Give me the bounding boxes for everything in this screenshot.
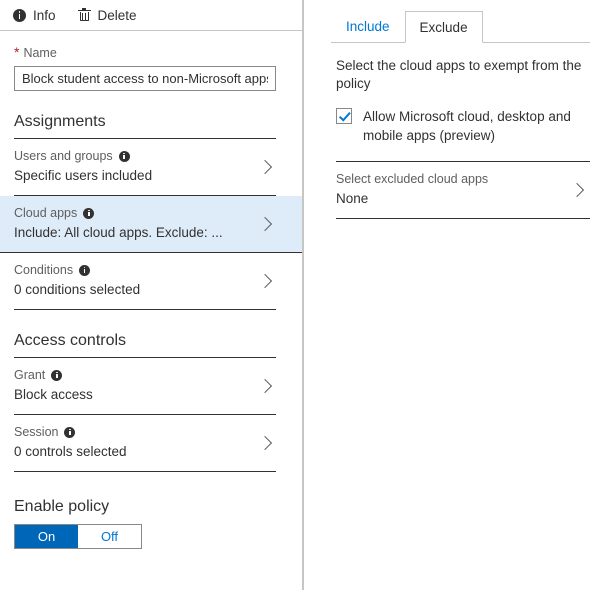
info-icon[interactable] [51, 369, 63, 381]
assignment-row-conditions[interactable]: Conditions 0 conditions selected [14, 253, 276, 310]
allow-microsoft-apps-row[interactable]: Allow Microsoft cloud, desktop and mobil… [331, 93, 590, 145]
info-icon[interactable] [83, 207, 95, 219]
row-text: Cloud apps Include: All cloud apps. Excl… [14, 205, 223, 243]
access-control-row-session[interactable]: Session 0 controls selected [14, 415, 276, 472]
row-label: Session [14, 425, 59, 439]
row-text: Session 0 controls selected [14, 424, 127, 462]
name-field-block: * Name [0, 31, 302, 91]
chevron-right-icon [257, 273, 273, 289]
delete-button-label: Delete [97, 7, 137, 23]
row-label: Users and groups [14, 149, 113, 163]
chevron-right-icon [569, 182, 585, 198]
trash-icon [77, 8, 91, 22]
chevron-right-icon [257, 435, 273, 451]
row-label-line: Conditions [14, 262, 140, 278]
row-value: 0 conditions selected [14, 282, 141, 297]
info-icon[interactable] [118, 150, 130, 162]
enable-policy-toggle[interactable]: On Off [14, 524, 142, 549]
tab-exclude[interactable]: Exclude [404, 11, 483, 43]
required-marker: * [14, 44, 20, 60]
cloud-apps-body: Include Exclude Select the cloud apps to… [304, 0, 605, 219]
policy-name-input[interactable] [14, 66, 276, 91]
row-label-line: Grant [14, 367, 93, 383]
include-exclude-tabs: Include Exclude [331, 10, 590, 43]
row-label-line: Cloud apps [14, 205, 223, 221]
info-icon [13, 8, 26, 22]
cloud-apps-pane: Include Exclude Select the cloud apps to… [304, 0, 605, 590]
row-value: Specific users included [14, 168, 153, 183]
row-text: Users and groups Specific users included [14, 148, 152, 186]
assignments-section: Assignments Users and groups Specific us… [0, 91, 302, 310]
chevron-right-icon [257, 378, 273, 394]
row-text: Grant Block access [14, 367, 93, 405]
row-label-line: Session [14, 424, 127, 440]
row-text: Select excluded cloud apps None [336, 171, 488, 209]
delete-button[interactable]: Delete [77, 0, 137, 30]
info-icon[interactable] [79, 264, 91, 276]
row-value: Include: All cloud apps. Exclude: ... [14, 225, 223, 240]
access-controls-section: Access controls Grant Block access Sessi… [0, 310, 302, 472]
toggle-option-on[interactable]: On [15, 525, 78, 548]
assignment-row-users-and-groups[interactable]: Users and groups Specific users included [14, 139, 276, 196]
excluded-apps-row-wrap: Select excluded cloud apps None [331, 161, 590, 219]
row-label: Select excluded cloud apps [336, 172, 489, 186]
policy-detail-pane: Info Delete * Name Block student access … [0, 0, 304, 590]
policy-form: * Name Assignments Users and groups Spec… [0, 31, 302, 549]
row-label: Grant [14, 368, 46, 382]
select-excluded-cloud-apps-row[interactable]: Select excluded cloud apps None [336, 161, 590, 219]
name-label-text: Name [23, 46, 57, 60]
access-control-row-grant[interactable]: Grant Block access [14, 358, 276, 415]
info-button-label: Info [33, 7, 56, 23]
info-button[interactable]: Info [13, 0, 56, 30]
policy-editor-root: Info Delete * Name Block student access … [0, 0, 605, 590]
row-text: Conditions 0 conditions selected [14, 262, 140, 300]
exclude-description: Select the cloud apps to exempt from the… [336, 58, 582, 91]
assignment-row-cloud-apps[interactable]: Cloud apps Include: All cloud apps. Excl… [0, 196, 302, 253]
chevron-right-icon [257, 159, 273, 175]
enable-policy-title: Enable policy [14, 498, 110, 515]
row-label: Conditions [14, 263, 74, 277]
enable-policy-block: Enable policy On Off [0, 472, 302, 549]
row-label: Cloud apps [14, 206, 78, 220]
name-field-label: * Name [14, 45, 276, 60]
row-value: 0 controls selected [14, 444, 127, 459]
row-label-line: Users and groups [14, 148, 152, 164]
allow-microsoft-apps-checkbox[interactable] [336, 108, 352, 124]
row-value: Block access [14, 387, 93, 402]
allow-microsoft-apps-label: Allow Microsoft cloud, desktop and mobil… [363, 109, 571, 143]
row-label-line: Select excluded cloud apps [336, 171, 488, 187]
toggle-option-off[interactable]: Off [78, 525, 141, 548]
tab-include[interactable]: Include [331, 11, 405, 42]
assignments-title: Assignments [14, 91, 276, 139]
command-bar: Info Delete [0, 0, 302, 31]
info-icon[interactable] [64, 426, 76, 438]
row-value: None [336, 191, 369, 206]
chevron-right-icon [257, 216, 273, 232]
access-controls-title: Access controls [14, 310, 276, 358]
